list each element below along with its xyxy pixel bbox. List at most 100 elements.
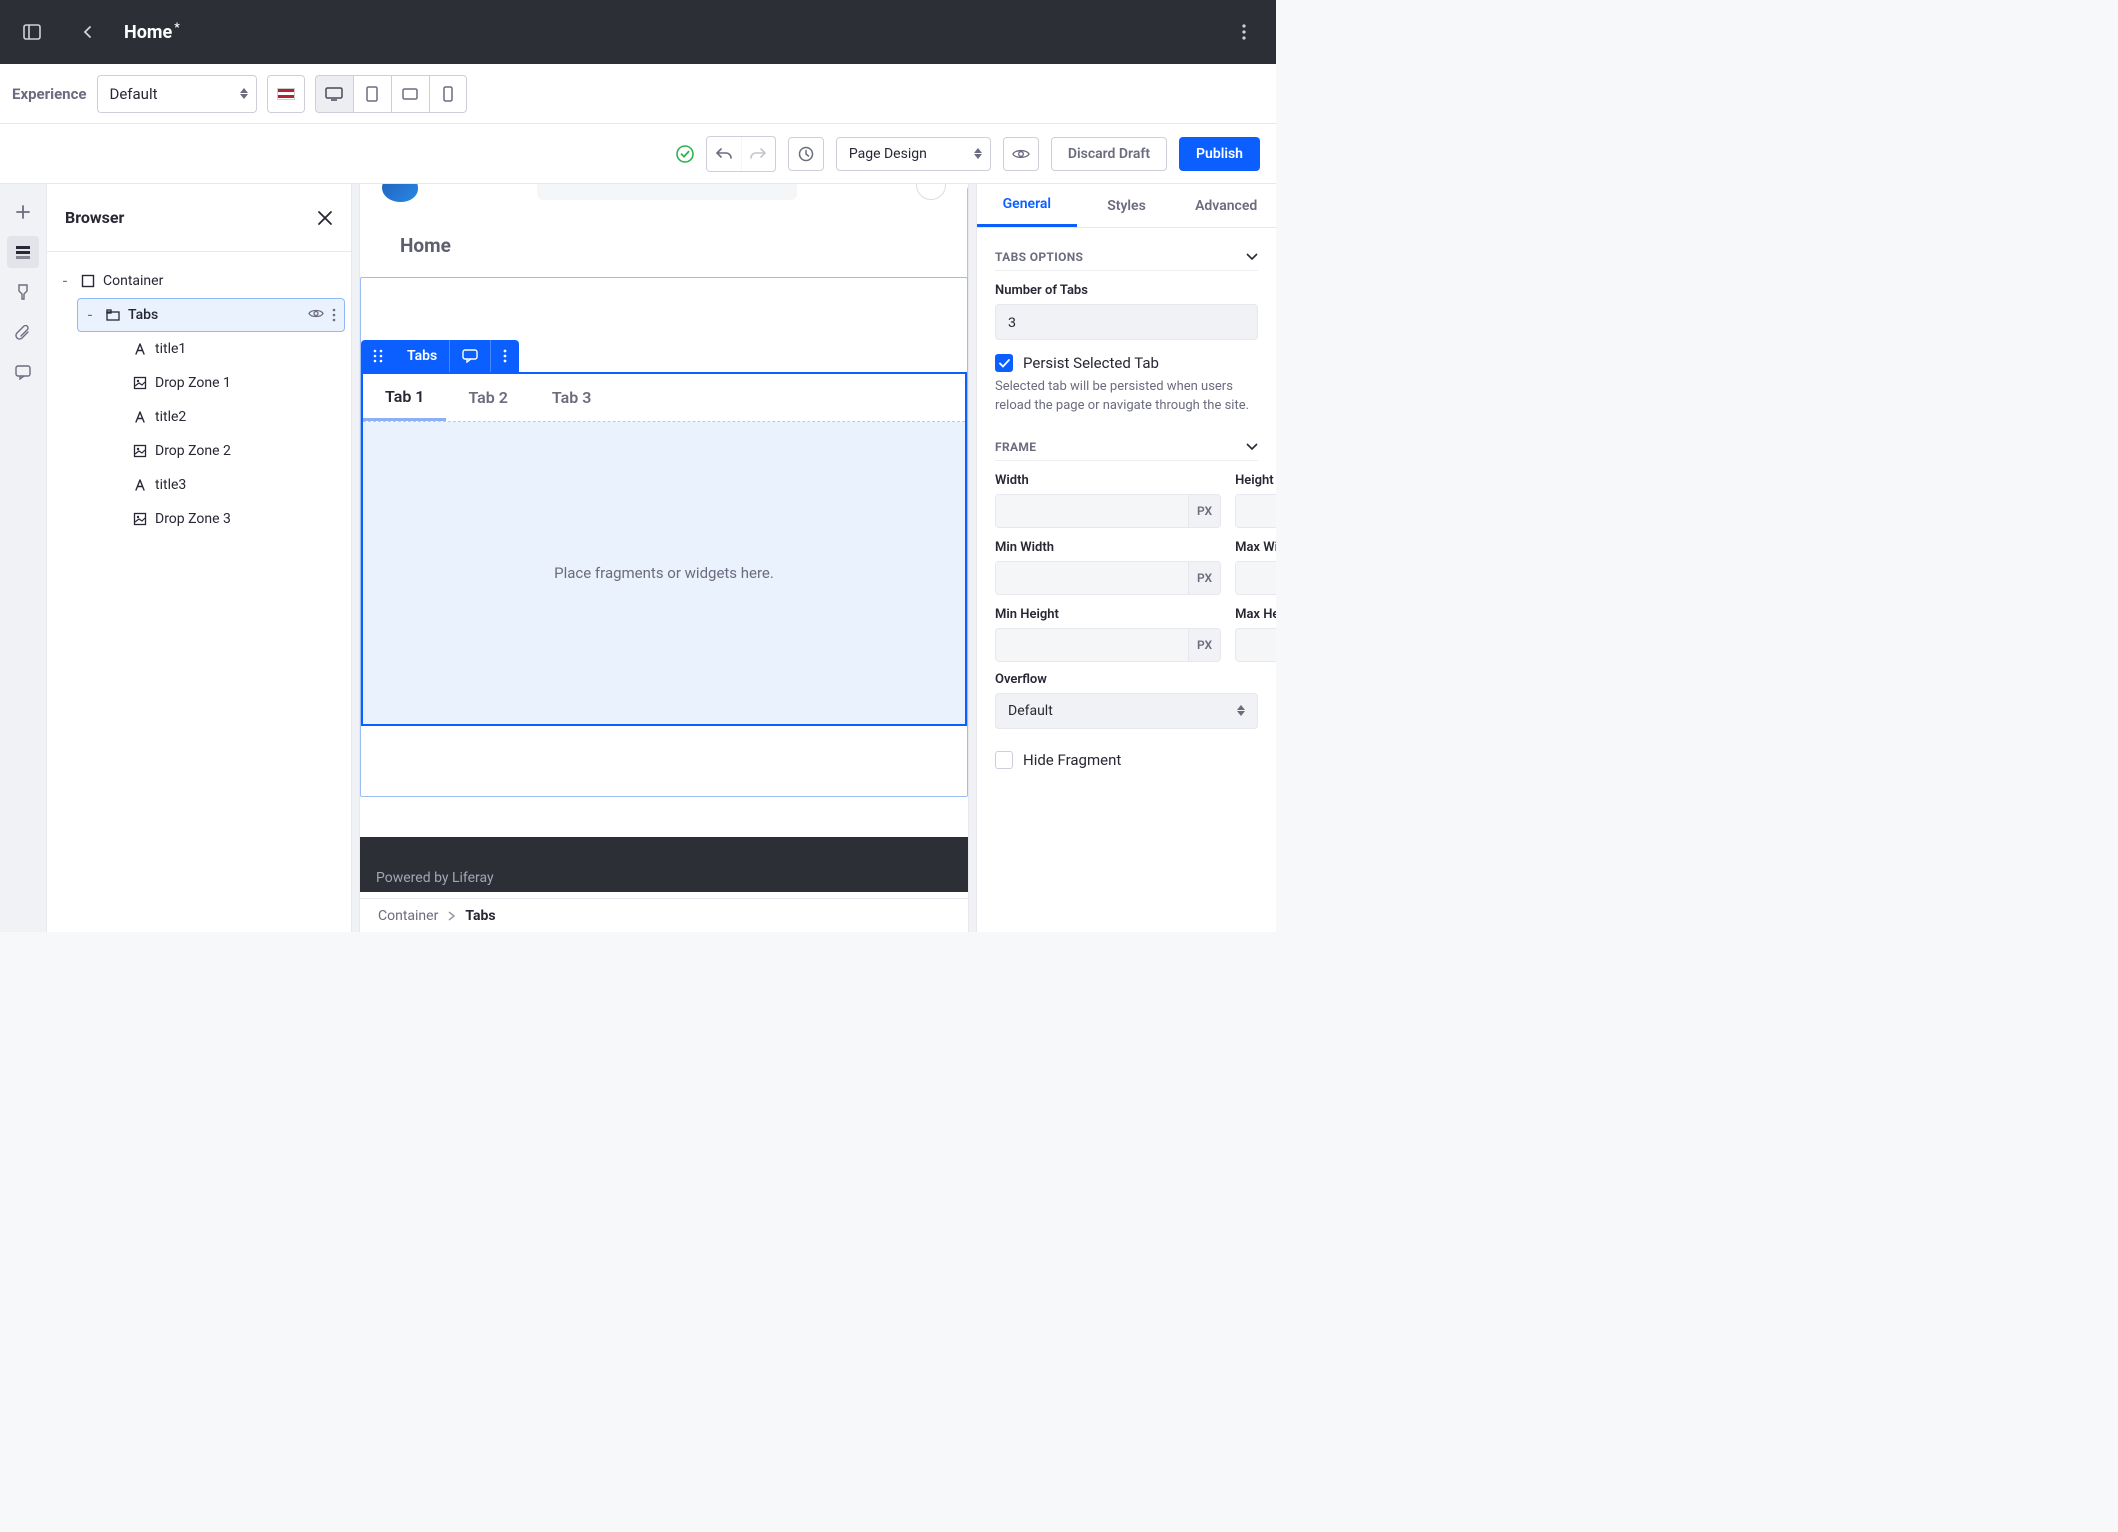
canvas-tab-2[interactable]: Tab 2 — [446, 374, 529, 421]
overflow-select[interactable]: Default — [995, 693, 1258, 729]
field-label: Min Height — [995, 607, 1221, 622]
props-tab-advanced[interactable]: Advanced — [1176, 184, 1276, 227]
preview-button[interactable] — [1003, 137, 1039, 171]
dimension-input[interactable] — [1236, 629, 1276, 661]
tab-dropzone[interactable]: Place fragments or widgets here. — [363, 422, 965, 724]
dimension-input[interactable] — [1236, 495, 1276, 527]
breadcrumb-parent[interactable]: Container — [378, 908, 438, 924]
rail-add-button[interactable] — [7, 196, 39, 228]
frame-field-height: HeightPX — [1235, 473, 1276, 528]
section-frame[interactable]: Frame — [995, 434, 1258, 461]
device-tablet-button[interactable] — [353, 75, 391, 113]
breadcrumb: Container Tabs — [360, 898, 968, 932]
collapse-toggle[interactable]: - — [57, 273, 73, 289]
canvas-tab-1[interactable]: Tab 1 — [363, 374, 446, 421]
section-title: Frame — [995, 440, 1036, 454]
undo-button[interactable] — [707, 137, 741, 171]
visibility-toggle[interactable] — [308, 308, 324, 322]
tree-item-title3[interactable]: title3 — [105, 468, 345, 502]
tree-item-dz1[interactable]: Drop Zone 1 — [105, 366, 345, 400]
number-of-tabs-input[interactable] — [995, 304, 1258, 340]
breadcrumb-current: Tabs — [465, 908, 495, 924]
persist-label: Persist Selected Tab — [1023, 354, 1159, 372]
site-footer-preview: Powered by Liferay — [360, 837, 968, 892]
redo-button[interactable] — [741, 137, 775, 171]
tree-item-label: Drop Zone 1 — [155, 375, 231, 391]
persist-checkbox-row[interactable]: Persist Selected Tab — [995, 354, 1258, 372]
text-icon — [133, 478, 147, 492]
app-topbar: Home * — [0, 0, 1276, 64]
tabs-fragment-selected[interactable]: Tab 1Tab 2Tab 3 Place fragments or widge… — [361, 372, 967, 726]
container-outline[interactable]: Tabs Tab 1Tab 2Tab 3 Place fragments or … — [360, 277, 968, 797]
tree-item-title1[interactable]: title1 — [105, 332, 345, 366]
kebab-icon — [503, 349, 507, 363]
kebab-menu-button[interactable] — [1224, 12, 1264, 52]
device-tablet-landscape-button[interactable] — [391, 75, 429, 113]
props-tab-styles[interactable]: Styles — [1077, 184, 1177, 227]
tree-item-title2[interactable]: title2 — [105, 400, 345, 434]
undo-redo-group — [706, 136, 776, 172]
back-button[interactable] — [68, 12, 108, 52]
selection-name[interactable]: Tabs — [395, 340, 449, 372]
paperclip-icon — [15, 325, 31, 340]
unit-label[interactable]: PX — [1188, 629, 1220, 661]
field-label: Max Width — [1235, 540, 1276, 555]
tree-item-menu[interactable] — [332, 308, 336, 322]
paintbrush-icon — [16, 284, 30, 300]
rail-design-button[interactable] — [7, 276, 39, 308]
device-desktop-button[interactable] — [315, 75, 353, 113]
tree-item-dz3[interactable]: Drop Zone 3 — [105, 502, 345, 536]
canvas[interactable]: Home Tabs Tab 1Ta — [359, 184, 969, 932]
tree-item-label: title3 — [155, 477, 186, 493]
device-mobile-button[interactable] — [429, 75, 467, 113]
comment-icon — [462, 349, 478, 363]
tree-item-label: title2 — [155, 409, 186, 425]
dimension-input[interactable] — [996, 562, 1188, 594]
flag-us-icon — [277, 88, 295, 100]
close-panel-button[interactable] — [317, 210, 333, 226]
chevron-right-icon — [448, 911, 455, 921]
rail-browser-button[interactable] — [7, 236, 39, 268]
redo-icon — [750, 147, 766, 161]
chevron-down-icon — [1246, 443, 1258, 451]
panel-toggle-button[interactable] — [12, 12, 52, 52]
discard-draft-button[interactable]: Discard Draft — [1051, 137, 1167, 171]
history-button[interactable] — [788, 137, 824, 171]
device-preview-group — [315, 75, 467, 113]
browser-header: Browser — [47, 184, 351, 252]
unit-label[interactable]: PX — [1188, 562, 1220, 594]
selection-comments-button[interactable] — [450, 340, 490, 372]
chevron-down-icon — [1246, 253, 1258, 261]
edit-mode-dropdown[interactable]: Page Design — [836, 137, 991, 171]
tree-item-tabs[interactable]: -Tabs — [77, 298, 345, 332]
publish-button[interactable]: Publish — [1179, 137, 1260, 171]
experience-dropdown[interactable]: Default — [97, 75, 257, 113]
plus-icon — [15, 204, 31, 220]
hide-fragment-label: Hide Fragment — [1023, 751, 1121, 769]
tree-item-dz2[interactable]: Drop Zone 2 — [105, 434, 345, 468]
dimension-input[interactable] — [996, 495, 1188, 527]
props-tab-general[interactable]: General — [977, 184, 1077, 227]
site-search-placeholder — [537, 184, 797, 200]
collapse-toggle[interactable]: - — [82, 307, 98, 323]
browser-panel: Browser -Container-Tabstitle1 Drop Zone 1… — [47, 184, 352, 932]
canvas-tab-3[interactable]: Tab 3 — [530, 374, 613, 421]
drag-handle[interactable] — [361, 340, 395, 372]
locale-button[interactable] — [267, 75, 305, 113]
dropzone-text: Place fragments or widgets here. — [554, 564, 774, 582]
hide-fragment-row[interactable]: Hide Fragment — [995, 751, 1258, 769]
frame-field-min-height: Min Height PX — [995, 607, 1221, 662]
tree-item-container[interactable]: -Container — [53, 264, 345, 298]
dimension-input[interactable] — [1236, 562, 1276, 594]
desktop-icon — [325, 87, 343, 101]
clock-icon — [798, 146, 814, 162]
properties-panel: GeneralStylesAdvanced Tabs Options Numbe… — [976, 184, 1276, 932]
page-title-topbar: Home * — [124, 22, 180, 43]
rail-content-button[interactable] — [7, 316, 39, 348]
rail-comments-button[interactable] — [7, 356, 39, 388]
selection-more-button[interactable] — [491, 340, 519, 372]
drop-icon — [133, 376, 147, 390]
unit-label[interactable]: PX — [1188, 495, 1220, 527]
dimension-input[interactable] — [996, 629, 1188, 661]
section-tabs-options[interactable]: Tabs Options — [995, 244, 1258, 271]
